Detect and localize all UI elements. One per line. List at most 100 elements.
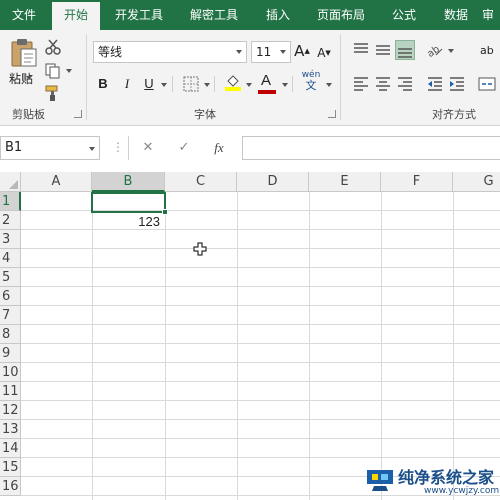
merge-center-icon[interactable] xyxy=(478,75,496,93)
tab-home[interactable]: 开始 xyxy=(52,2,100,30)
select-all-button[interactable] xyxy=(0,172,21,192)
copy-icon[interactable] xyxy=(44,62,62,80)
row-header-5[interactable]: 5 xyxy=(0,268,21,287)
row-header-13[interactable]: 13 xyxy=(0,420,21,439)
cancel-icon[interactable]: ✕ xyxy=(137,138,159,158)
column-header-a[interactable]: A xyxy=(21,172,92,192)
gridline xyxy=(453,192,454,500)
row-header-14[interactable]: 14 xyxy=(0,439,21,458)
borders-icon[interactable] xyxy=(182,75,200,93)
select-all-icon xyxy=(9,180,18,189)
borders-dropdown-arrow[interactable] xyxy=(204,83,210,87)
name-box-value: B1 xyxy=(5,140,23,155)
clipboard-launcher[interactable] xyxy=(74,110,82,118)
cell-area[interactable] xyxy=(21,192,500,500)
insert-function-icon[interactable]: fx xyxy=(208,138,230,158)
column-header-e[interactable]: E xyxy=(309,172,381,192)
row-header-8[interactable]: 8 xyxy=(0,325,21,344)
tab-review[interactable]: 审 xyxy=(482,0,500,30)
column-header-f[interactable]: F xyxy=(381,172,453,192)
chevron-down-icon xyxy=(89,147,95,151)
paste-icon[interactable] xyxy=(10,38,38,68)
font-name-select[interactable]: 等线 xyxy=(93,41,247,63)
italic-button[interactable]: I xyxy=(120,74,134,94)
phonetic-button[interactable]: wén 文 xyxy=(300,70,322,92)
tab-data[interactable]: 数据 xyxy=(432,0,480,30)
fill-color-icon[interactable] xyxy=(224,73,242,91)
tab-insert[interactable]: 插入 xyxy=(254,0,302,30)
tab-formulas[interactable]: 公式 xyxy=(380,0,428,30)
fill-handle[interactable] xyxy=(162,209,168,215)
font-size-select[interactable]: 11 xyxy=(251,41,291,63)
font-launcher[interactable] xyxy=(328,110,336,118)
tab-decrypt-tools[interactable]: 解密工具 xyxy=(178,0,250,30)
active-cell-b1[interactable] xyxy=(91,192,166,213)
tab-page-layout[interactable]: 页面布局 xyxy=(306,0,376,30)
gridline xyxy=(237,192,238,500)
align-center-icon[interactable] xyxy=(374,75,392,93)
column-header-b[interactable]: B xyxy=(92,172,165,192)
column-header-d[interactable]: D xyxy=(237,172,309,192)
gridline xyxy=(21,267,500,268)
watermark-url: www.ycwjzy.com xyxy=(424,486,500,496)
up-arrow-icon: ▲ xyxy=(304,47,310,55)
cut-icon[interactable] xyxy=(44,38,62,56)
row-header-10[interactable]: 10 xyxy=(0,363,21,382)
name-box[interactable]: B1 xyxy=(0,136,100,160)
row-header-4[interactable]: 4 xyxy=(0,249,21,268)
gridline xyxy=(21,438,500,439)
enter-icon[interactable]: ✓ xyxy=(173,138,195,158)
fill-color-dropdown-arrow[interactable] xyxy=(246,83,252,87)
font-color-dropdown-arrow[interactable] xyxy=(282,83,288,87)
format-painter-icon[interactable] xyxy=(44,84,62,102)
gridline xyxy=(21,324,500,325)
row-header-2[interactable]: 2 xyxy=(0,211,21,230)
row-header-11[interactable]: 11 xyxy=(0,382,21,401)
underline-dropdown-arrow[interactable] xyxy=(161,83,167,87)
cell-b2[interactable]: 123 xyxy=(92,212,164,231)
tab-file[interactable]: 文件 xyxy=(0,0,48,30)
align-left-icon[interactable] xyxy=(352,75,370,93)
formula-bar: B1 ⋮ ✕ ✓ fx xyxy=(0,126,500,172)
copy-dropdown-arrow[interactable] xyxy=(66,69,72,73)
column-header-g[interactable]: G xyxy=(453,172,500,192)
more-options-icon[interactable]: ⋮ xyxy=(112,140,124,154)
orientation-icon[interactable]: ab xyxy=(425,41,444,60)
align-right-icon[interactable] xyxy=(396,75,414,93)
increase-indent-icon[interactable] xyxy=(448,75,466,93)
row-header-12[interactable]: 12 xyxy=(0,401,21,420)
row-header-7[interactable]: 7 xyxy=(0,306,21,325)
wrap-text-button[interactable]: ab xyxy=(480,41,500,61)
phonetic-dropdown-arrow[interactable] xyxy=(326,83,332,87)
decrease-indent-icon[interactable] xyxy=(426,75,444,93)
font-color-icon: A xyxy=(260,72,271,89)
chevron-down-icon xyxy=(236,50,242,54)
align-top-icon[interactable] xyxy=(352,41,370,59)
row-header-15[interactable]: 15 xyxy=(0,458,21,477)
formula-input[interactable] xyxy=(242,136,500,160)
grow-font-button[interactable]: A▲ xyxy=(294,41,310,61)
ribbon-divider xyxy=(172,76,173,92)
row-header-16[interactable]: 16 xyxy=(0,477,21,496)
grow-font-icon: A xyxy=(294,42,305,60)
bold-button[interactable]: B xyxy=(96,74,110,94)
orientation-dropdown-arrow[interactable] xyxy=(448,49,454,53)
row-header-1[interactable]: 1 xyxy=(0,192,21,211)
row-header-3[interactable]: 3 xyxy=(0,230,21,249)
align-bottom-icon[interactable] xyxy=(395,40,415,60)
gridline xyxy=(21,362,500,363)
watermark-title: 纯净系统之家 xyxy=(398,468,495,487)
row-header-6[interactable]: 6 xyxy=(0,287,21,306)
ribbon-tab-bar: 文件 开始 开发工具 解密工具 插入 页面布局 公式 数据 审 xyxy=(0,0,500,30)
font-color-button[interactable]: A xyxy=(258,71,274,91)
underline-button[interactable]: U xyxy=(142,74,156,94)
ribbon-divider xyxy=(214,76,215,92)
gridline xyxy=(21,305,500,306)
row-header-9[interactable]: 9 xyxy=(0,344,21,363)
shrink-font-button[interactable]: A▼ xyxy=(316,43,332,63)
paste-dropdown-arrow[interactable] xyxy=(26,76,32,80)
align-middle-icon[interactable] xyxy=(374,41,392,59)
column-header-c[interactable]: C xyxy=(165,172,237,192)
tab-developer[interactable]: 开发工具 xyxy=(104,0,174,30)
gridline xyxy=(21,419,500,420)
